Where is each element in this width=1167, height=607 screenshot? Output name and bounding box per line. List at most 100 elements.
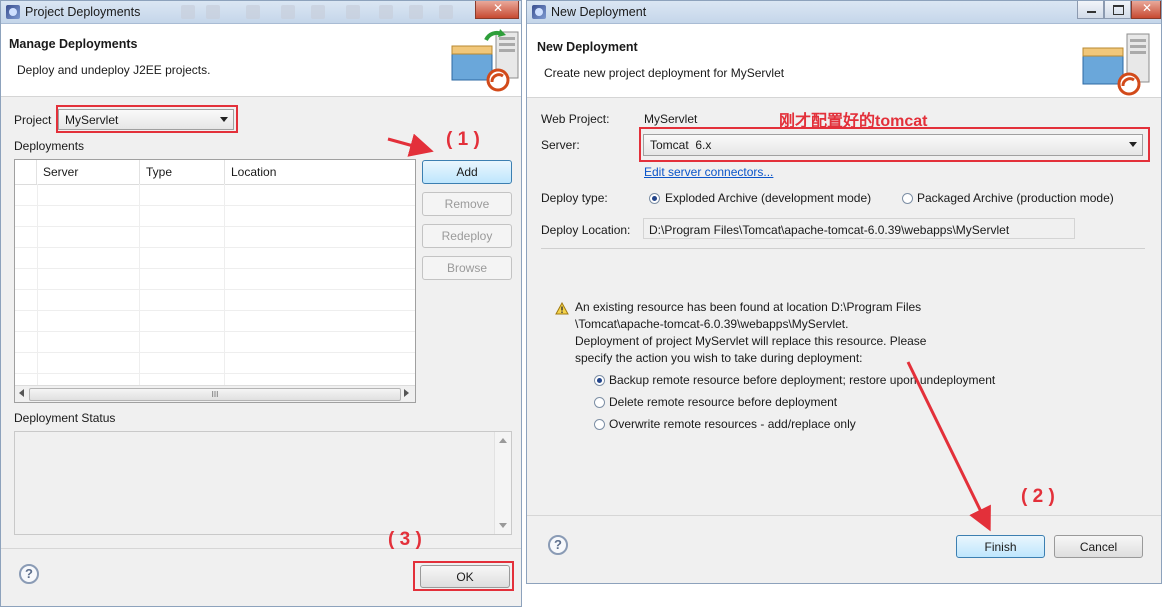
left-header-desc: Deploy and undeploy J2EE projects.: [17, 63, 211, 77]
web-project-label: Web Project:: [541, 112, 610, 126]
left-window-title: Project Deployments: [25, 5, 141, 19]
backup-radio[interactable]: [594, 375, 605, 386]
left-footer: [1, 548, 521, 549]
right-header-title: New Deployment: [537, 40, 638, 54]
grid-line: [15, 247, 415, 248]
finish-button[interactable]: Finish: [956, 535, 1045, 558]
scroll-down-icon[interactable]: [499, 523, 507, 528]
scroll-left-icon[interactable]: [19, 389, 24, 397]
scroll-right-icon[interactable]: [404, 389, 409, 397]
left-header: Manage Deployments Deploy and undeploy J…: [1, 24, 521, 97]
grid-line: [15, 226, 415, 227]
deploy-location-label: Deploy Location:: [541, 223, 631, 237]
deployments-table[interactable]: Server Type Location III: [14, 159, 416, 403]
toolbar-icon: [311, 5, 325, 19]
browse-button[interactable]: Browse: [422, 256, 512, 280]
step-3-label: ( 3 ): [388, 529, 422, 550]
backup-option-label[interactable]: Backup remote resource before deployment…: [609, 373, 995, 387]
left-header-title: Manage Deployments: [9, 37, 138, 51]
warning-line-1: An existing resource has been found at l…: [575, 300, 922, 314]
warning-icon: [555, 302, 569, 315]
maximize-button[interactable]: [1104, 1, 1131, 19]
right-header-desc: Create new project deployment for MyServ…: [544, 66, 785, 80]
grid-line: [37, 184, 38, 386]
delete-option-label[interactable]: Delete remote resource before deployment: [609, 395, 837, 409]
toolbar-icon: [206, 5, 220, 19]
warning-line-4: specify the action you wish to take duri…: [575, 351, 863, 365]
grid-line: [224, 184, 225, 386]
column-header-server[interactable]: Server: [37, 160, 140, 184]
toolbar-icon: [379, 5, 393, 19]
exploded-archive-radio[interactable]: [649, 193, 660, 204]
highlight-project: [56, 105, 238, 133]
toolbar-icon: [346, 5, 360, 19]
right-header: New Deployment Create new project deploy…: [527, 24, 1161, 98]
deploy-wizard-icon: [1082, 33, 1150, 96]
header-blank: [15, 160, 37, 184]
highlight-server: [639, 127, 1150, 162]
left-titlebar: Project Deployments ✕: [1, 1, 521, 24]
horizontal-scrollbar[interactable]: III: [15, 385, 415, 402]
step-1-label: ( 1 ): [446, 129, 480, 150]
help-icon[interactable]: ?: [548, 535, 568, 555]
close-button[interactable]: ✕: [1131, 1, 1161, 19]
toolbar-icon: [246, 5, 260, 19]
step-2-label: ( 2 ): [1021, 486, 1055, 507]
toolbar-icon: [409, 5, 423, 19]
deployments-label: Deployments: [14, 139, 85, 153]
scroll-grip: III: [211, 390, 219, 399]
edit-server-connectors-link[interactable]: Edit server connectors...: [644, 165, 773, 179]
right-titlebar: New Deployment ✕: [527, 1, 1161, 24]
deploy-wizard-icon: [451, 29, 519, 92]
remove-button[interactable]: Remove: [422, 192, 512, 216]
grid-line: [15, 268, 415, 269]
grid-line: [139, 184, 140, 386]
cancel-button[interactable]: Cancel: [1054, 535, 1143, 558]
deployment-status-label: Deployment Status: [14, 411, 116, 425]
grid-line: [15, 289, 415, 290]
right-footer-separator: [527, 515, 1161, 516]
warning-line-2: \Tomcat\apache-tomcat-6.0.39\webapps\MyS…: [575, 317, 849, 331]
minimize-icon: [1087, 11, 1096, 13]
new-deployment-dialog: New Deployment ✕ New Deployment Create n…: [526, 0, 1162, 584]
deploy-type-label: Deploy type:: [541, 191, 608, 205]
separator: [541, 248, 1145, 249]
deployment-status-box[interactable]: [14, 431, 512, 535]
close-icon: ✕: [493, 1, 504, 15]
highlight-ok: [413, 561, 514, 591]
exploded-archive-label[interactable]: Exploded Archive (development mode): [665, 191, 871, 205]
overwrite-radio[interactable]: [594, 419, 605, 430]
server-label: Server:: [541, 138, 580, 152]
grid-line: [15, 310, 415, 311]
column-header-type[interactable]: Type: [140, 160, 225, 184]
project-label: Project: [14, 113, 52, 127]
grid-line: [15, 205, 415, 206]
delete-radio[interactable]: [594, 397, 605, 408]
packaged-archive-label[interactable]: Packaged Archive (production mode): [917, 191, 1114, 205]
deploy-location-field[interactable]: D:\Program Files\Tomcat\apache-tomcat-6.…: [643, 218, 1075, 239]
project-deployments-dialog: Project Deployments ✕ Manage Deployments…: [0, 0, 522, 607]
table-header: Server Type Location: [15, 160, 415, 185]
maximize-icon: [1113, 5, 1124, 15]
scroll-up-icon[interactable]: [499, 438, 507, 443]
close-button[interactable]: ✕: [475, 1, 519, 19]
column-header-location[interactable]: Location: [225, 160, 415, 184]
scroll-thumb[interactable]: III: [29, 388, 401, 401]
warning-line-3: Deployment of project MyServlet will rep…: [575, 334, 927, 348]
packaged-archive-radio[interactable]: [902, 193, 913, 204]
overwrite-option-label[interactable]: Overwrite remote resources - add/replace…: [609, 417, 856, 431]
grid-line: [15, 352, 415, 353]
toolbar-icon: [181, 5, 195, 19]
toolbar-icon: [281, 5, 295, 19]
help-icon[interactable]: ?: [19, 564, 39, 584]
right-window-title: New Deployment: [551, 5, 647, 19]
eclipse-app-icon: [6, 5, 20, 19]
deploy-location-value: D:\Program Files\Tomcat\apache-tomcat-6.…: [649, 223, 1010, 237]
status-scrollbar[interactable]: [494, 432, 511, 534]
toolbar-icon: [439, 5, 453, 19]
minimize-button[interactable]: [1077, 1, 1104, 19]
add-button[interactable]: Add: [422, 160, 512, 184]
web-project-value: MyServlet: [644, 112, 698, 126]
eclipse-app-icon: [532, 5, 546, 19]
redeploy-button[interactable]: Redeploy: [422, 224, 512, 248]
